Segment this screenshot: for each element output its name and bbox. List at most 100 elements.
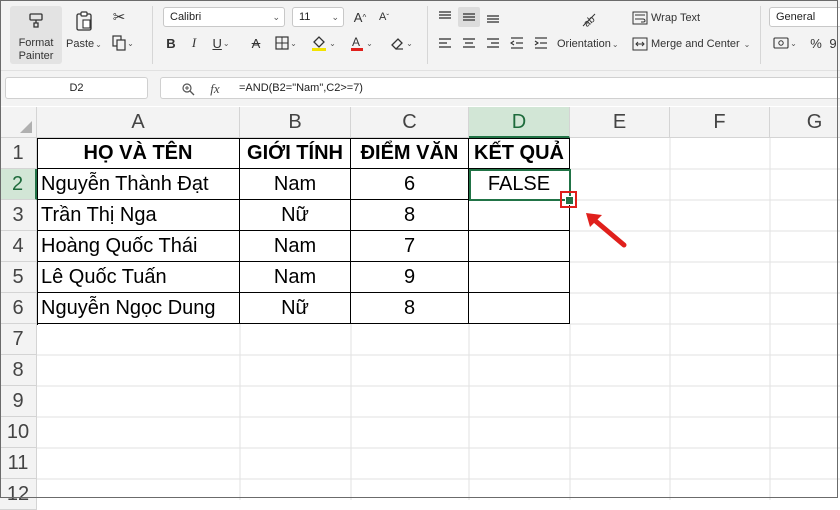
align-middle-icon[interactable] (458, 7, 480, 27)
cell-a4[interactable]: Hoàng Quốc Thái (37, 231, 240, 262)
percent-style-icon[interactable]: % (808, 34, 824, 52)
cell-a6[interactable]: Nguyễn Ngọc Dung (37, 293, 240, 324)
cell-c4[interactable]: 7 (351, 231, 469, 262)
row-header-2[interactable]: 2 (0, 169, 37, 200)
font-color-icon[interactable]: A ⌄ (346, 32, 376, 54)
increase-indent-icon[interactable] (532, 35, 550, 51)
wrap-text-label: Wrap Text (651, 12, 701, 24)
fill-handle[interactable] (565, 196, 574, 205)
select-all-icon (20, 121, 32, 133)
formula-input[interactable]: fx =AND(B2="Nam",C2>=7) (160, 77, 840, 99)
column-header-a[interactable]: A (37, 107, 240, 138)
cell-c6[interactable]: 8 (351, 293, 469, 324)
zoom-icon[interactable] (179, 80, 197, 98)
cell-d4[interactable] (469, 231, 570, 262)
cell-a5[interactable]: Lê Quốc Tuấn (37, 262, 240, 293)
cell-c1[interactable]: ĐIỂM VĂN (351, 138, 469, 169)
row-header-10[interactable]: 10 (0, 417, 37, 448)
strikethrough-icon[interactable]: A (248, 34, 264, 52)
paintbrush-icon (26, 10, 46, 30)
column-header-e[interactable]: E (570, 107, 670, 138)
percent-symbol: % (810, 35, 822, 51)
column-header-g[interactable]: G (770, 107, 840, 138)
fill-color-icon[interactable]: ⌄ (308, 32, 338, 54)
increase-font-icon[interactable]: A ^ (350, 8, 370, 26)
number-format-select[interactable]: General (769, 7, 840, 27)
cell-b2[interactable]: Nam (240, 169, 351, 200)
chevron-down-icon: ⌄ (611, 40, 619, 49)
paste-dropdown-icon: ⌄ (95, 40, 102, 49)
row-header-12[interactable]: 12 (0, 479, 37, 510)
underline-icon[interactable]: U ⌄ (208, 34, 234, 52)
fx-label: fx (210, 81, 220, 96)
paste-button[interactable]: Paste⌄ (66, 6, 102, 64)
orientation-button[interactable]: Orientation⌄ (557, 38, 619, 50)
row-header-8[interactable]: 8 (0, 355, 37, 386)
borders-icon[interactable]: ⌄ (272, 34, 300, 52)
italic-icon[interactable]: I (186, 34, 202, 52)
cell-d2[interactable]: FALSE (469, 169, 570, 200)
comma-style-icon[interactable]: 9 (826, 34, 840, 52)
paste-label-wrap: Paste⌄ (66, 38, 102, 50)
row-header-5[interactable]: 5 (0, 262, 37, 293)
cell-c3[interactable]: 8 (351, 200, 469, 231)
cell-d5[interactable] (469, 262, 570, 293)
row-header-9[interactable]: 9 (0, 386, 37, 417)
merge-center-button[interactable]: Merge and Center ⌄ (632, 36, 750, 52)
ribbon-separator (152, 6, 153, 64)
cell-d6[interactable] (469, 293, 570, 324)
cell-b6[interactable]: Nữ (240, 293, 351, 324)
font-name-select[interactable]: Calibri ⌄ (163, 7, 285, 27)
align-bottom-icon[interactable] (484, 9, 502, 25)
orientation-icon[interactable]: ab (578, 8, 600, 30)
cell-a1[interactable]: HỌ VÀ TÊN (37, 138, 240, 169)
insert-function-icon[interactable]: fx (205, 79, 225, 99)
align-right-icon[interactable] (484, 35, 502, 51)
column-header-b[interactable]: B (240, 107, 351, 138)
cell-b5[interactable]: Nam (240, 262, 351, 293)
format-painter-label: Format Painter (18, 37, 54, 62)
ribbon-separator (427, 6, 428, 64)
row-header-11[interactable]: 11 (0, 448, 37, 479)
ribbon: Format Painter Paste⌄ ✂ ⌄ Calibri ⌄ 11 ⌄ A… (0, 0, 840, 71)
row-header-6[interactable]: 6 (0, 293, 37, 324)
accounting-format-icon[interactable]: ⌄ (770, 34, 800, 52)
wrap-text-button[interactable]: Wrap Text (632, 10, 700, 26)
column-header-c[interactable]: C (351, 107, 469, 138)
svg-text:ab: ab (582, 14, 598, 28)
row-header-3[interactable]: 3 (0, 200, 37, 231)
format-painter-button[interactable]: Format Painter (10, 6, 62, 64)
align-top-icon[interactable] (436, 9, 454, 25)
cut-icon[interactable]: ✂ (110, 8, 128, 26)
cell-a2[interactable]: Nguyễn Thành Đạt (37, 169, 240, 200)
font-size-select[interactable]: 11 ⌄ (292, 7, 344, 27)
cell-d1[interactable]: KẾT QUẢ (469, 138, 570, 169)
formula-text: =AND(B2="Nam",C2>=7) (239, 82, 363, 94)
red-arrow-icon (586, 213, 627, 248)
cell-c5[interactable]: 9 (351, 262, 469, 293)
decrease-font-icon[interactable]: Aˇ (374, 8, 394, 26)
row-header-4[interactable]: 4 (0, 231, 37, 262)
clear-formatting-icon[interactable]: ⌄ (386, 32, 416, 54)
cell-a3[interactable]: Trần Thị Nga (37, 200, 240, 231)
chevron-down-icon: ⌄ (331, 12, 339, 22)
font-size-value: 11 (299, 11, 311, 23)
name-box[interactable]: D2 (5, 77, 148, 99)
row-header-7[interactable]: 7 (0, 324, 37, 355)
chevron-down-icon: ⌄ (272, 12, 280, 22)
cell-c2[interactable]: 6 (351, 169, 469, 200)
copy-icon[interactable]: ⌄ (110, 34, 136, 52)
decrease-indent-icon[interactable] (508, 35, 526, 51)
bold-icon[interactable]: B (163, 34, 179, 52)
row-header-1[interactable]: 1 (0, 138, 37, 169)
align-left-icon[interactable] (436, 35, 454, 51)
column-header-d[interactable]: D (469, 107, 570, 138)
cell-b1[interactable]: GIỚI TÍNH (240, 138, 351, 169)
align-center-icon[interactable] (460, 35, 478, 51)
cell-d3[interactable] (469, 200, 570, 231)
orientation-label: Orientation (557, 38, 611, 50)
cell-b4[interactable]: Nam (240, 231, 351, 262)
select-all-button[interactable] (0, 107, 37, 138)
cell-b3[interactable]: Nữ (240, 200, 351, 231)
column-header-f[interactable]: F (670, 107, 770, 138)
